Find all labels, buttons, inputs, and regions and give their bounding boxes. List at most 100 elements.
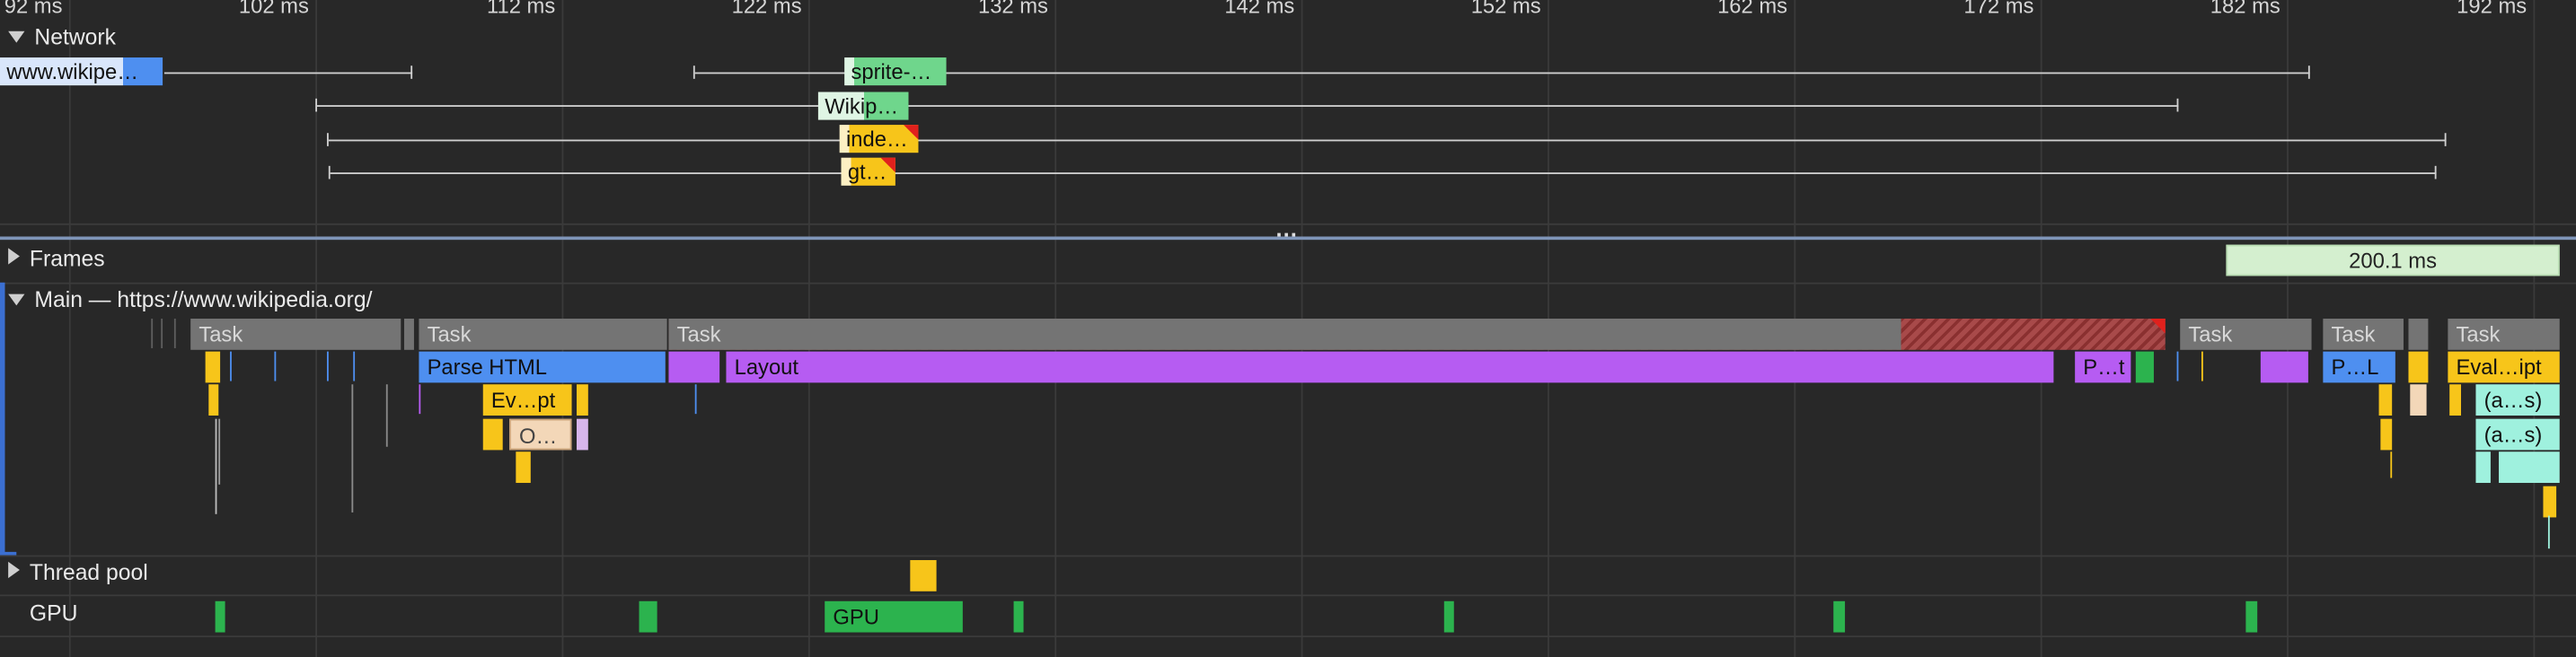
event-sliver[interactable]	[2201, 351, 2203, 381]
tick-label: 172 ms	[1963, 0, 2034, 19]
event-sliver[interactable]	[694, 384, 697, 415]
paint-event[interactable]: P…t	[2075, 351, 2131, 383]
compile-event[interactable]	[2410, 384, 2427, 416]
function-call-event[interactable]	[2499, 451, 2560, 484]
event-sliver[interactable]	[353, 351, 356, 381]
priority-marker-icon	[904, 125, 919, 140]
script-event[interactable]	[2449, 384, 2461, 416]
script-event[interactable]	[208, 384, 219, 416]
divider	[0, 594, 2576, 597]
parse-html-event[interactable]: Parse HTML	[419, 351, 666, 383]
anonymous-function-event[interactable]: (a…s)	[2475, 418, 2560, 451]
gpu-task[interactable]	[639, 600, 657, 633]
task-block[interactable]: Task	[419, 319, 667, 350]
script-event[interactable]	[577, 384, 588, 416]
network-request-bar[interactable]: www.wikipe…	[0, 57, 163, 86]
deep-call-stack[interactable]	[385, 384, 388, 447]
script-event[interactable]	[205, 351, 221, 383]
tick-label: 92 ms	[4, 0, 63, 19]
function-call-event[interactable]	[2475, 451, 2491, 484]
script-event[interactable]	[2543, 486, 2557, 518]
request-whisker-cap	[2434, 165, 2437, 180]
gpu-task[interactable]	[2245, 600, 2258, 633]
grid-line	[68, 0, 71, 657]
task-block[interactable]: Task	[2448, 319, 2560, 350]
thread-pool-track-header[interactable]: Thread pool	[8, 560, 148, 584]
task-sliver[interactable]	[161, 319, 163, 348]
task-block[interactable]: Task	[190, 319, 401, 350]
gpu-task[interactable]	[1443, 600, 1454, 633]
layout-event[interactable]: Layout	[726, 351, 2054, 383]
task-block[interactable]: Task	[2323, 319, 2404, 350]
layout-event[interactable]	[2260, 351, 2308, 383]
long-task-warning-icon	[2150, 319, 2166, 334]
event-sliver[interactable]	[274, 351, 277, 381]
network-track-header[interactable]: Network	[8, 24, 116, 49]
event-sliver[interactable]	[2176, 351, 2179, 381]
gpu-task[interactable]: GPU	[825, 600, 963, 633]
tick-label: 142 ms	[1224, 0, 1295, 19]
deep-call-stack[interactable]	[215, 418, 217, 514]
expand-triangle-icon[interactable]	[8, 248, 20, 265]
request-whisker-cap	[2176, 98, 2179, 112]
recalc-style-event[interactable]	[668, 351, 720, 383]
request-whisker	[330, 172, 2437, 174]
evaluate-script-event[interactable]: Eval…ipt	[2448, 351, 2560, 383]
tick-label: 192 ms	[2457, 0, 2527, 19]
task-block[interactable]: Task	[2180, 319, 2312, 350]
request-whisker-cap	[2307, 66, 2310, 79]
event-sliver[interactable]	[419, 384, 421, 415]
thread-pool-track-label: Thread pool	[29, 560, 148, 585]
gpu-track-label: GPU	[29, 600, 78, 626]
network-request-bar[interactable]: sprite-…	[844, 57, 947, 86]
script-event[interactable]	[2408, 351, 2429, 383]
collapse-triangle-icon[interactable]	[8, 31, 25, 43]
track-selection-marker	[0, 282, 5, 556]
task-sliver[interactable]	[173, 319, 176, 348]
collapse-triangle-icon[interactable]	[8, 293, 25, 306]
deep-call-stack[interactable]	[2547, 515, 2550, 549]
main-track-label: Main — https://www.wikipedia.org/	[34, 287, 373, 312]
request-whisker-cap	[315, 98, 318, 112]
tick-label: 132 ms	[977, 0, 1048, 19]
divider	[0, 635, 2576, 638]
request-whisker-cap	[328, 165, 331, 180]
tick-label: 102 ms	[238, 0, 309, 19]
gc-event[interactable]	[577, 418, 588, 451]
request-whisker	[328, 139, 2447, 142]
gpu-task[interactable]	[1013, 600, 1024, 633]
script-event[interactable]	[482, 418, 503, 451]
expand-triangle-icon[interactable]	[8, 561, 20, 579]
request-whisker-cap	[693, 66, 695, 79]
tick-label: 182 ms	[2210, 0, 2280, 19]
main-track-header[interactable]: Main — https://www.wikipedia.org/	[8, 287, 373, 312]
event-sliver[interactable]	[326, 351, 329, 381]
frame-duration-block[interactable]: 200.1 ms	[2226, 244, 2560, 276]
request-whisker	[317, 105, 2179, 107]
frames-track-header[interactable]: Frames	[8, 246, 105, 271]
task-sliver[interactable]	[151, 319, 154, 348]
task-block-long[interactable]: Task	[668, 319, 2166, 350]
gpu-task[interactable]	[1833, 600, 1846, 633]
frames-track-label: Frames	[29, 246, 105, 271]
script-event[interactable]	[2378, 384, 2393, 416]
event-sliver[interactable]	[2390, 451, 2393, 478]
divider	[0, 282, 2576, 285]
deep-call-stack[interactable]	[351, 384, 354, 512]
splitter-handle-icon[interactable]: …	[1275, 215, 1298, 241]
gpu-task[interactable]	[215, 600, 225, 633]
parse-html-event[interactable]: P…L	[2323, 351, 2395, 383]
deep-call-stack[interactable]	[218, 418, 221, 485]
task-block[interactable]	[2408, 319, 2429, 350]
script-event[interactable]	[2380, 418, 2393, 451]
tick-label: 162 ms	[1717, 0, 1788, 19]
network-request-bar[interactable]: Wikip…	[817, 92, 909, 120]
script-event[interactable]	[516, 451, 531, 484]
task-block[interactable]	[403, 319, 414, 350]
thread-pool-task[interactable]	[910, 560, 937, 591]
event-dispatch[interactable]: Ev…pt	[482, 384, 572, 416]
anonymous-function-event[interactable]: (a…s)	[2475, 384, 2560, 416]
composite-event[interactable]	[2135, 351, 2154, 383]
compile-event[interactable]: O…	[509, 418, 572, 451]
event-sliver[interactable]	[230, 351, 232, 381]
